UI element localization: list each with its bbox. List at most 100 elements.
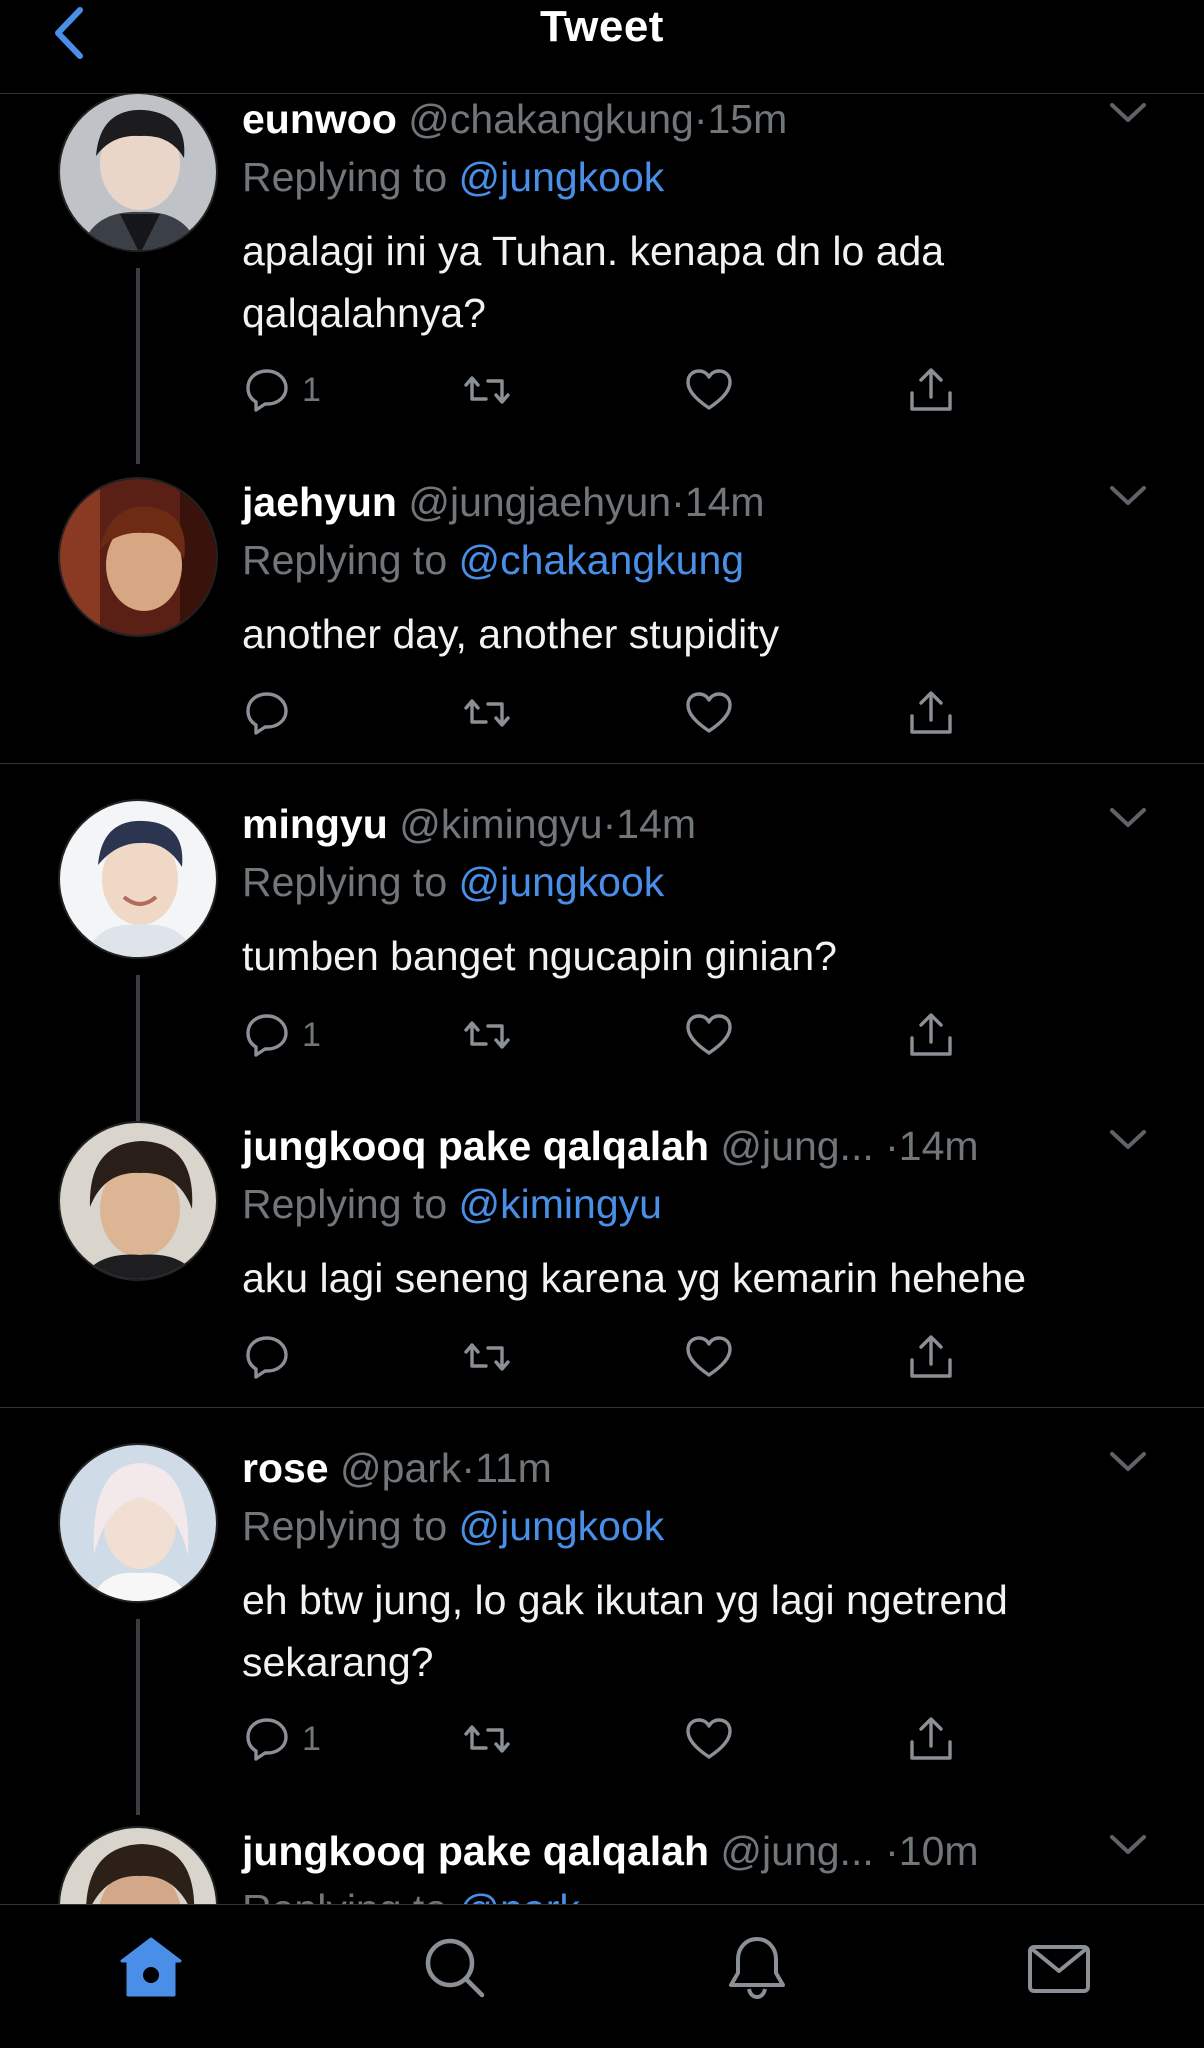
share-button[interactable] (906, 683, 956, 743)
handle[interactable]: @jung... (720, 1123, 873, 1169)
tweet-text: aku lagi seneng karena yg kemarin hehehe (242, 1255, 1027, 1301)
like-button[interactable] (684, 1709, 734, 1769)
chevron-down-icon[interactable] (1108, 1832, 1148, 1858)
display-name[interactable]: jungkooq pake qalqalah (242, 1123, 709, 1169)
search-icon (425, 1938, 485, 1998)
timestamp[interactable]: 10m (899, 1828, 979, 1874)
display-name[interactable]: eunwoo (242, 96, 397, 142)
heart-icon (686, 369, 732, 410)
handle[interactable]: @jung... (720, 1828, 873, 1874)
timestamp[interactable]: 15m (707, 96, 787, 142)
tab-search[interactable] (410, 1923, 500, 2013)
like-button[interactable] (684, 1005, 734, 1065)
tweet-author-line: jungkooq pake qalqalah @jung... ·10m (242, 1828, 979, 1874)
replying-to: Replying to @park (242, 1884, 580, 1904)
retweet-icon (464, 1725, 510, 1753)
share-button[interactable] (906, 1005, 956, 1065)
display-name[interactable]: jungkooq pake qalqalah (242, 1828, 709, 1874)
bottom-tab-bar (0, 1904, 1204, 2048)
tweet-actions: 1 (242, 1709, 982, 1769)
reply-button[interactable] (242, 1327, 302, 1387)
like-button[interactable] (684, 683, 734, 743)
replying-to: Replying to @jungkook (242, 1503, 665, 1549)
chevron-down-icon[interactable] (1108, 1449, 1148, 1475)
reply-count: 1 (302, 1719, 321, 1758)
heart-icon (686, 1336, 732, 1377)
like-button[interactable] (684, 360, 734, 420)
mention-link[interactable]: @jungkook (459, 859, 665, 905)
share-icon (910, 691, 952, 734)
tweet-text: apalagi ini ya Tuhan. kenapa dn lo ada q… (242, 228, 945, 336)
tweet-actions (242, 683, 982, 743)
share-icon (910, 368, 952, 411)
reply-button[interactable]: 1 (242, 360, 321, 420)
mention-link[interactable]: @park (459, 1886, 580, 1904)
chevron-down-icon[interactable] (1108, 100, 1148, 126)
avatar[interactable] (58, 477, 218, 637)
retweet-icon (464, 1343, 510, 1371)
home-icon (120, 1937, 182, 1997)
timestamp[interactable]: 11m (475, 1445, 552, 1491)
top-bar: Tweet (0, 0, 1204, 94)
mention-link[interactable]: @kimingyu (459, 1181, 662, 1227)
timestamp[interactable]: 14m (899, 1123, 979, 1169)
tweet-author-line: rose @park·11m (242, 1445, 552, 1491)
retweet-icon (464, 376, 510, 404)
handle[interactable]: @jungjaehyun (408, 479, 671, 525)
chevron-down-icon[interactable] (1108, 805, 1148, 831)
retweet-button[interactable] (462, 1327, 512, 1387)
reply-icon (246, 1014, 288, 1057)
avatar[interactable] (58, 94, 218, 252)
reply-thread[interactable]: eunwoo @chakangkung·15m Replying to @jun… (0, 94, 1204, 1904)
avatar[interactable] (58, 799, 218, 959)
display-name[interactable]: mingyu (242, 801, 388, 847)
tweet-actions: 1 (242, 360, 982, 420)
tab-notifications[interactable] (712, 1923, 802, 2013)
reply-icon (246, 369, 288, 412)
tab-home[interactable] (106, 1923, 196, 2013)
timestamp[interactable]: 14m (616, 801, 696, 847)
retweet-button[interactable] (462, 360, 512, 420)
tweet-actions (242, 1327, 982, 1387)
like-button[interactable] (684, 1327, 734, 1387)
mention-link[interactable]: @jungkook (459, 154, 665, 200)
chevron-down-icon[interactable] (1108, 1127, 1148, 1153)
reply-icon (246, 692, 288, 735)
handle[interactable]: @chakangkung (408, 96, 694, 142)
display-name[interactable]: jaehyun (242, 479, 397, 525)
share-icon (910, 1013, 952, 1056)
retweet-button[interactable] (462, 683, 512, 743)
thread-connector (136, 268, 140, 464)
heart-icon (686, 1014, 732, 1055)
heart-icon (686, 1718, 732, 1759)
reply-button[interactable]: 1 (242, 1709, 321, 1769)
display-name[interactable]: rose (242, 1445, 329, 1491)
replying-to: Replying to @jungkook (242, 859, 665, 905)
reply-button[interactable] (242, 683, 302, 743)
share-button[interactable] (906, 360, 956, 420)
mention-link[interactable]: @chakangkung (459, 537, 745, 583)
reply-count: 1 (302, 1015, 321, 1054)
avatar[interactable] (58, 1443, 218, 1603)
tweet-author-line: jaehyun @jungjaehyun·14m (242, 479, 765, 525)
retweet-icon (464, 1021, 510, 1049)
chevron-down-icon[interactable] (1108, 483, 1148, 509)
avatar[interactable] (58, 1826, 218, 1904)
tab-messages[interactable] (1014, 1923, 1104, 2013)
timestamp[interactable]: 14m (685, 479, 765, 525)
reply-icon (246, 1336, 288, 1379)
retweet-button[interactable] (462, 1709, 512, 1769)
retweet-button[interactable] (462, 1005, 512, 1065)
mention-link[interactable]: @jungkook (459, 1503, 665, 1549)
tweet-author-line: mingyu @kimingyu·14m (242, 801, 697, 847)
share-icon (910, 1335, 952, 1378)
share-button[interactable] (906, 1327, 956, 1387)
replying-to: Replying to @jungkook (242, 154, 665, 200)
tweet-author-line: eunwoo @chakangkung·15m (242, 96, 788, 142)
replying-to: Replying to @kimingyu (242, 1181, 662, 1227)
reply-button[interactable]: 1 (242, 1005, 321, 1065)
share-button[interactable] (906, 1709, 956, 1769)
handle[interactable]: @kimingyu (399, 801, 602, 847)
avatar[interactable] (58, 1121, 218, 1281)
handle[interactable]: @park (340, 1445, 461, 1491)
